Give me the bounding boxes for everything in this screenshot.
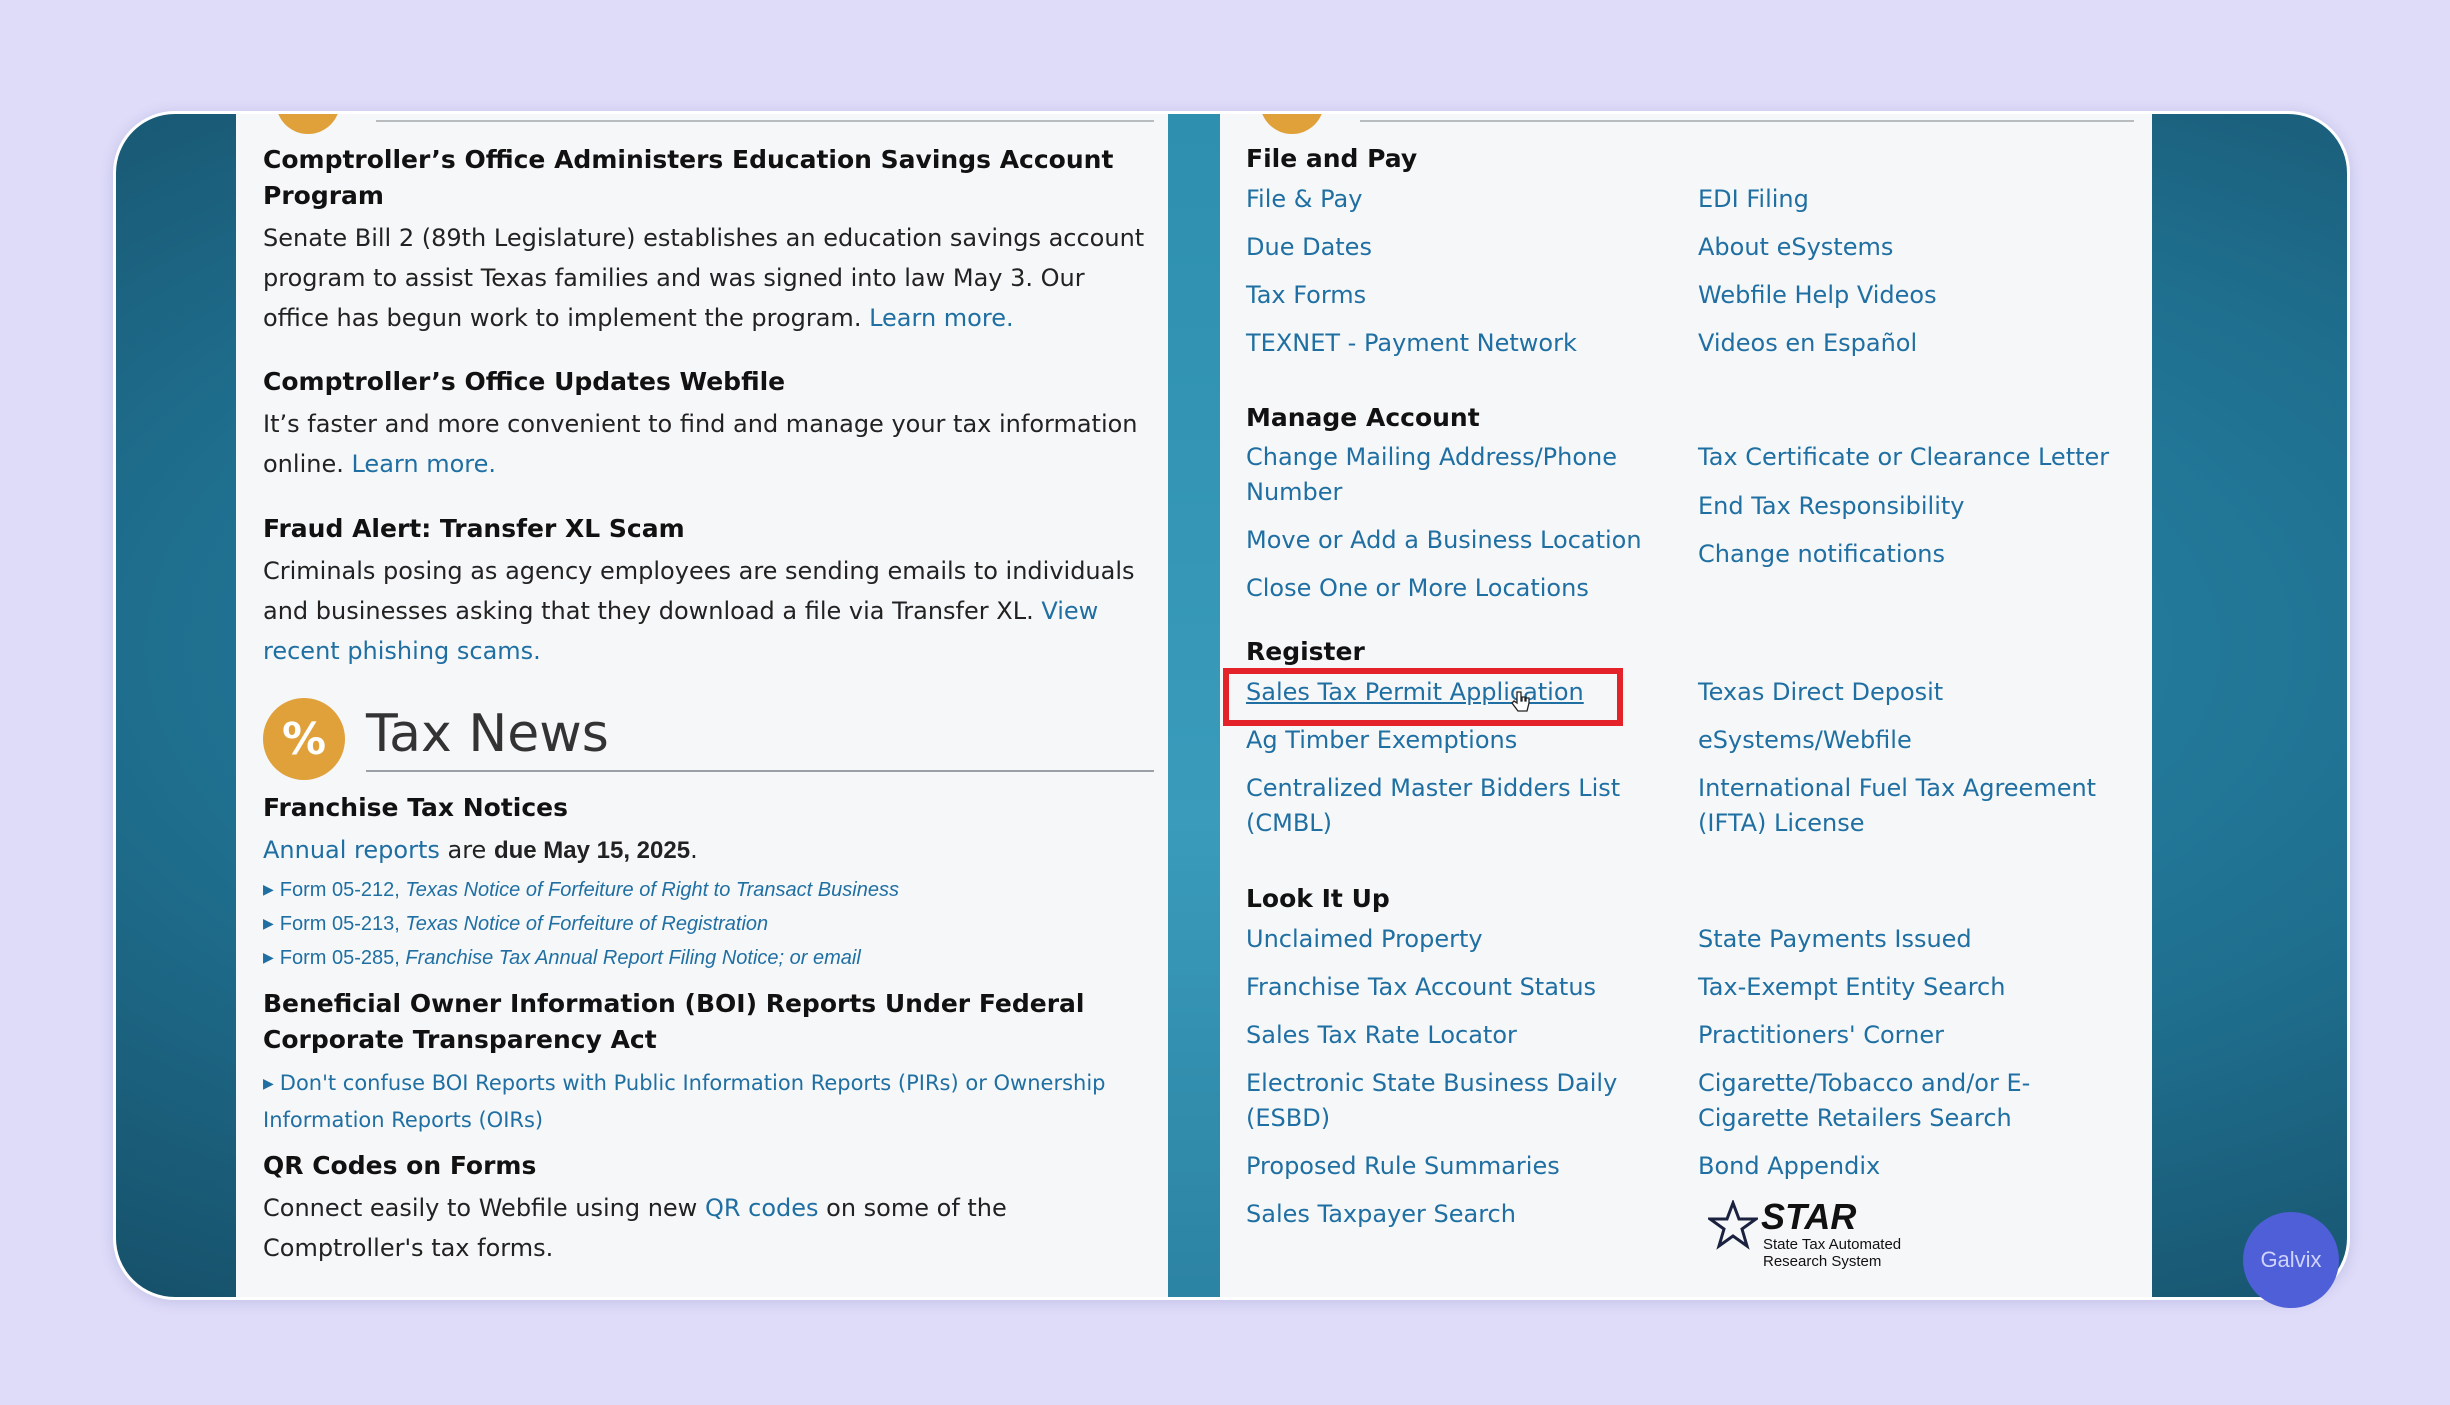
practitioners-corner-link[interactable]: Practitioners' Corner: [1698, 1018, 2138, 1053]
edi-filing-link[interactable]: EDI Filing: [1698, 182, 2138, 217]
form-link-05-212[interactable]: ▶ Form 05-212, Texas Notice of Forfeiture…: [263, 875, 899, 906]
news-panel: Comptroller’s Office Administers Educati…: [236, 114, 1168, 1297]
change-notifications-link[interactable]: Change notifications: [1698, 537, 2138, 572]
tax-news-heading: Tax News: [366, 704, 609, 764]
tax-exempt-search-link[interactable]: Tax-Exempt Entity Search: [1698, 970, 2138, 1005]
news-item: Comptroller’s Office Updates Webfile It’…: [263, 364, 1153, 484]
qr-codes-link[interactable]: QR codes: [705, 1194, 819, 1222]
qr-text: Connect easily to Webfile using new QR c…: [263, 1194, 1007, 1262]
triangle-bullet-icon: ▶: [263, 915, 274, 931]
sales-taxpayer-search-link[interactable]: Sales Taxpayer Search: [1246, 1197, 1646, 1232]
section-rule: [1360, 120, 2134, 122]
news-item-title: Fraud Alert: Transfer XL Scam: [263, 514, 685, 543]
texnet-link[interactable]: TEXNET - Payment Network: [1246, 326, 1646, 361]
learn-more-link[interactable]: Learn more.: [869, 304, 1014, 332]
close-locations-link[interactable]: Close One or More Locations: [1246, 571, 1646, 606]
news-item-text: It’s faster and more convenient to find …: [263, 410, 1138, 478]
state-payments-link[interactable]: State Payments Issued: [1698, 922, 2138, 957]
form-link-05-213[interactable]: ▶ Form 05-213, Texas Notice of Forfeiture…: [263, 909, 768, 940]
webfile-help-videos-link[interactable]: Webfile Help Videos: [1698, 278, 2138, 313]
franchise-tax-text: Annual reports are due May 15, 2025.: [263, 836, 698, 864]
tax-certificate-link[interactable]: Tax Certificate or Clearance Letter: [1698, 440, 2138, 475]
change-mailing-address-link[interactable]: Change Mailing Address/Phone Number: [1246, 440, 1646, 510]
galvix-watermark: Galvix: [2243, 1212, 2339, 1308]
franchise-tax-section: Franchise Tax Notices Annual reports are…: [263, 790, 1153, 871]
section-badge-icon: [1260, 114, 1324, 134]
manage-account-heading: Manage Account: [1246, 403, 1480, 432]
news-item-title: Comptroller’s Office Updates Webfile: [263, 367, 786, 396]
bond-appendix-link[interactable]: Bond Appendix: [1698, 1149, 2138, 1184]
sales-tax-rate-locator-link[interactable]: Sales Tax Rate Locator: [1246, 1018, 1646, 1053]
hand-cursor-icon: [1511, 691, 1530, 712]
look-it-up-heading: Look It Up: [1246, 884, 1390, 913]
triangle-bullet-icon: ▶: [263, 949, 274, 965]
screenshot-frame: Comptroller’s Office Administers Educati…: [113, 111, 2350, 1300]
triangle-bullet-icon: ▶: [263, 1076, 274, 1092]
boi-link[interactable]: ▶ Don't confuse BOI Reports with Public I…: [263, 1066, 1153, 1137]
ag-timber-exemptions-link[interactable]: Ag Timber Exemptions: [1246, 723, 1646, 758]
news-item-text: Criminals posing as agency employees are…: [263, 557, 1135, 665]
qr-title: QR Codes on Forms: [263, 1151, 537, 1180]
triangle-bullet-icon: ▶: [263, 881, 274, 897]
unclaimed-property-link[interactable]: Unclaimed Property: [1246, 922, 1646, 957]
esystems-webfile-link[interactable]: eSystems/Webfile: [1698, 723, 2138, 758]
annual-reports-link[interactable]: Annual reports: [263, 836, 440, 864]
qr-section: QR Codes on Forms Connect easily to Webf…: [263, 1148, 1153, 1268]
star-logo-word[interactable]: STAR: [1761, 1196, 1856, 1238]
end-tax-responsibility-link[interactable]: End Tax Responsibility: [1698, 489, 2138, 524]
news-item-text: Senate Bill 2 (89th Legislature) establi…: [263, 224, 1145, 332]
cigarette-retailers-link[interactable]: Cigarette/Tobacco and/or E-Cigarette Ret…: [1698, 1066, 2138, 1136]
about-esystems-link[interactable]: About eSystems: [1698, 230, 2138, 265]
file-pay-link[interactable]: File & Pay: [1246, 182, 1646, 217]
section-rule: [376, 120, 1154, 122]
file-and-pay-heading: File and Pay: [1246, 144, 1418, 173]
form-link-05-285[interactable]: ▶ Form 05-285, Franchise Tax Annual Repor…: [263, 943, 861, 974]
learn-more-link[interactable]: Learn more.: [351, 450, 496, 478]
register-heading: Register: [1246, 637, 1365, 666]
cmbl-link[interactable]: Centralized Master Bidders List (CMBL): [1246, 771, 1646, 841]
page-gutter: [1168, 114, 1220, 1297]
proposed-rule-summaries-link[interactable]: Proposed Rule Summaries: [1246, 1149, 1646, 1184]
videos-en-espanol-link[interactable]: Videos en Español: [1698, 326, 2138, 361]
news-item-title: Comptroller’s Office Administers Educati…: [263, 145, 1114, 210]
services-panel: File and Pay File & Pay Due Dates Tax Fo…: [1220, 114, 2152, 1297]
news-item: Fraud Alert: Transfer XL Scam Criminals …: [263, 511, 1153, 671]
franchise-tax-status-link[interactable]: Franchise Tax Account Status: [1246, 970, 1646, 1005]
star-logo-subtitle: State Tax Automated Research System: [1763, 1236, 1902, 1270]
news-item: Comptroller’s Office Administers Educati…: [263, 142, 1153, 338]
star-logo-icon[interactable]: [1708, 1200, 1758, 1250]
tax-forms-link[interactable]: Tax Forms: [1246, 278, 1646, 313]
tax-news-rule: [366, 770, 1154, 772]
franchise-tax-title: Franchise Tax Notices: [263, 793, 569, 822]
move-add-location-link[interactable]: Move or Add a Business Location: [1246, 523, 1646, 558]
due-dates-link[interactable]: Due Dates: [1246, 230, 1646, 265]
esbd-link[interactable]: Electronic State Business Daily (ESBD): [1246, 1066, 1646, 1136]
section-badge-icon: [276, 114, 340, 134]
ifta-license-link[interactable]: International Fuel Tax Agreement (IFTA) …: [1698, 771, 2138, 841]
boi-title: Beneficial Owner Information (BOI) Repor…: [263, 989, 1085, 1054]
boi-section: Beneficial Owner Information (BOI) Repor…: [263, 986, 1153, 1137]
sales-tax-permit-link[interactable]: Sales Tax Permit Application: [1246, 675, 1646, 710]
percent-icon: %: [263, 698, 345, 780]
texas-direct-deposit-link[interactable]: Texas Direct Deposit: [1698, 675, 2138, 710]
